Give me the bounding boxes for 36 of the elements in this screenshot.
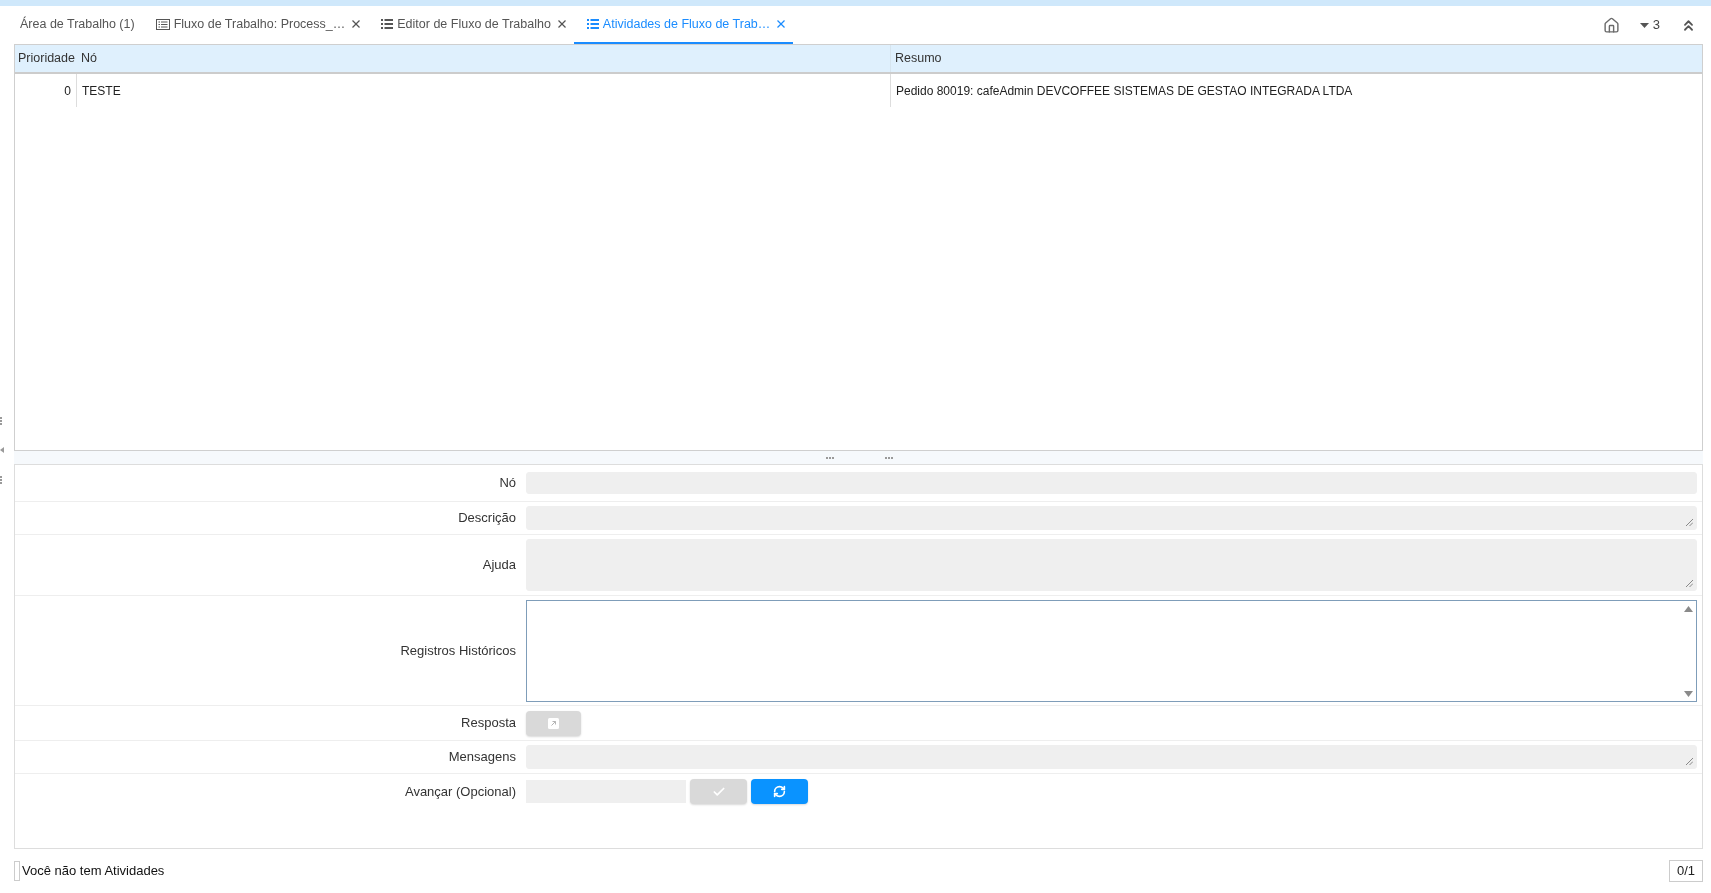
home-button[interactable] (1602, 16, 1620, 34)
scroll-up-arrow-icon[interactable] (1684, 605, 1693, 612)
field-label: Registros Históricos (400, 641, 516, 660)
close-icon[interactable] (352, 20, 361, 28)
tab[interactable]: Fluxo de Trabalho: Process_… (142, 6, 369, 44)
field-label: Mensagens (448, 748, 516, 767)
grip-icon[interactable] (885, 456, 893, 459)
field-label: Descrição (458, 509, 516, 528)
tab[interactable]: Área de Trabalho (1) (7, 6, 143, 44)
table-cell: 0 (15, 74, 77, 107)
grip-icon[interactable] (826, 456, 834, 459)
column-header[interactable]: Resumo (891, 45, 1702, 72)
field-label: Avançar (Opcional) (404, 782, 516, 801)
text-area[interactable] (526, 599, 1697, 702)
status-message: Você não tem Atividades (22, 862, 165, 881)
refresh-icon (773, 785, 786, 798)
list-box-icon (155, 18, 170, 30)
field-label: Ajuda (482, 556, 516, 575)
table-cell-text: Pedido 80019: cafeAdmin DEVCOFFEE SISTEMAS DE GESTAO INTEGRADA LTDA (895, 82, 1354, 100)
column-header[interactable]: Nó (77, 45, 891, 72)
column-header[interactable]: Prioridade (15, 45, 77, 72)
table-cell: TESTE (77, 74, 891, 107)
triangle-left-icon[interactable] (0, 447, 4, 453)
home-icon (1602, 16, 1620, 34)
field-label: Nó (499, 474, 516, 493)
list-icon (586, 19, 599, 29)
close-icon[interactable] (777, 20, 786, 28)
scroll-down-arrow-icon[interactable] (1684, 690, 1693, 697)
tab[interactable]: Editor de Fluxo de Trabalho (368, 6, 574, 44)
field-label: Resposta (461, 714, 516, 733)
caret-down-icon (1639, 22, 1649, 28)
tab-list-button[interactable]: 3 (1639, 15, 1660, 35)
list-icon (381, 19, 394, 29)
page-counter: 0/1 (1668, 860, 1703, 882)
close-icon[interactable] (557, 20, 566, 28)
arrow-tile-icon (548, 717, 559, 729)
